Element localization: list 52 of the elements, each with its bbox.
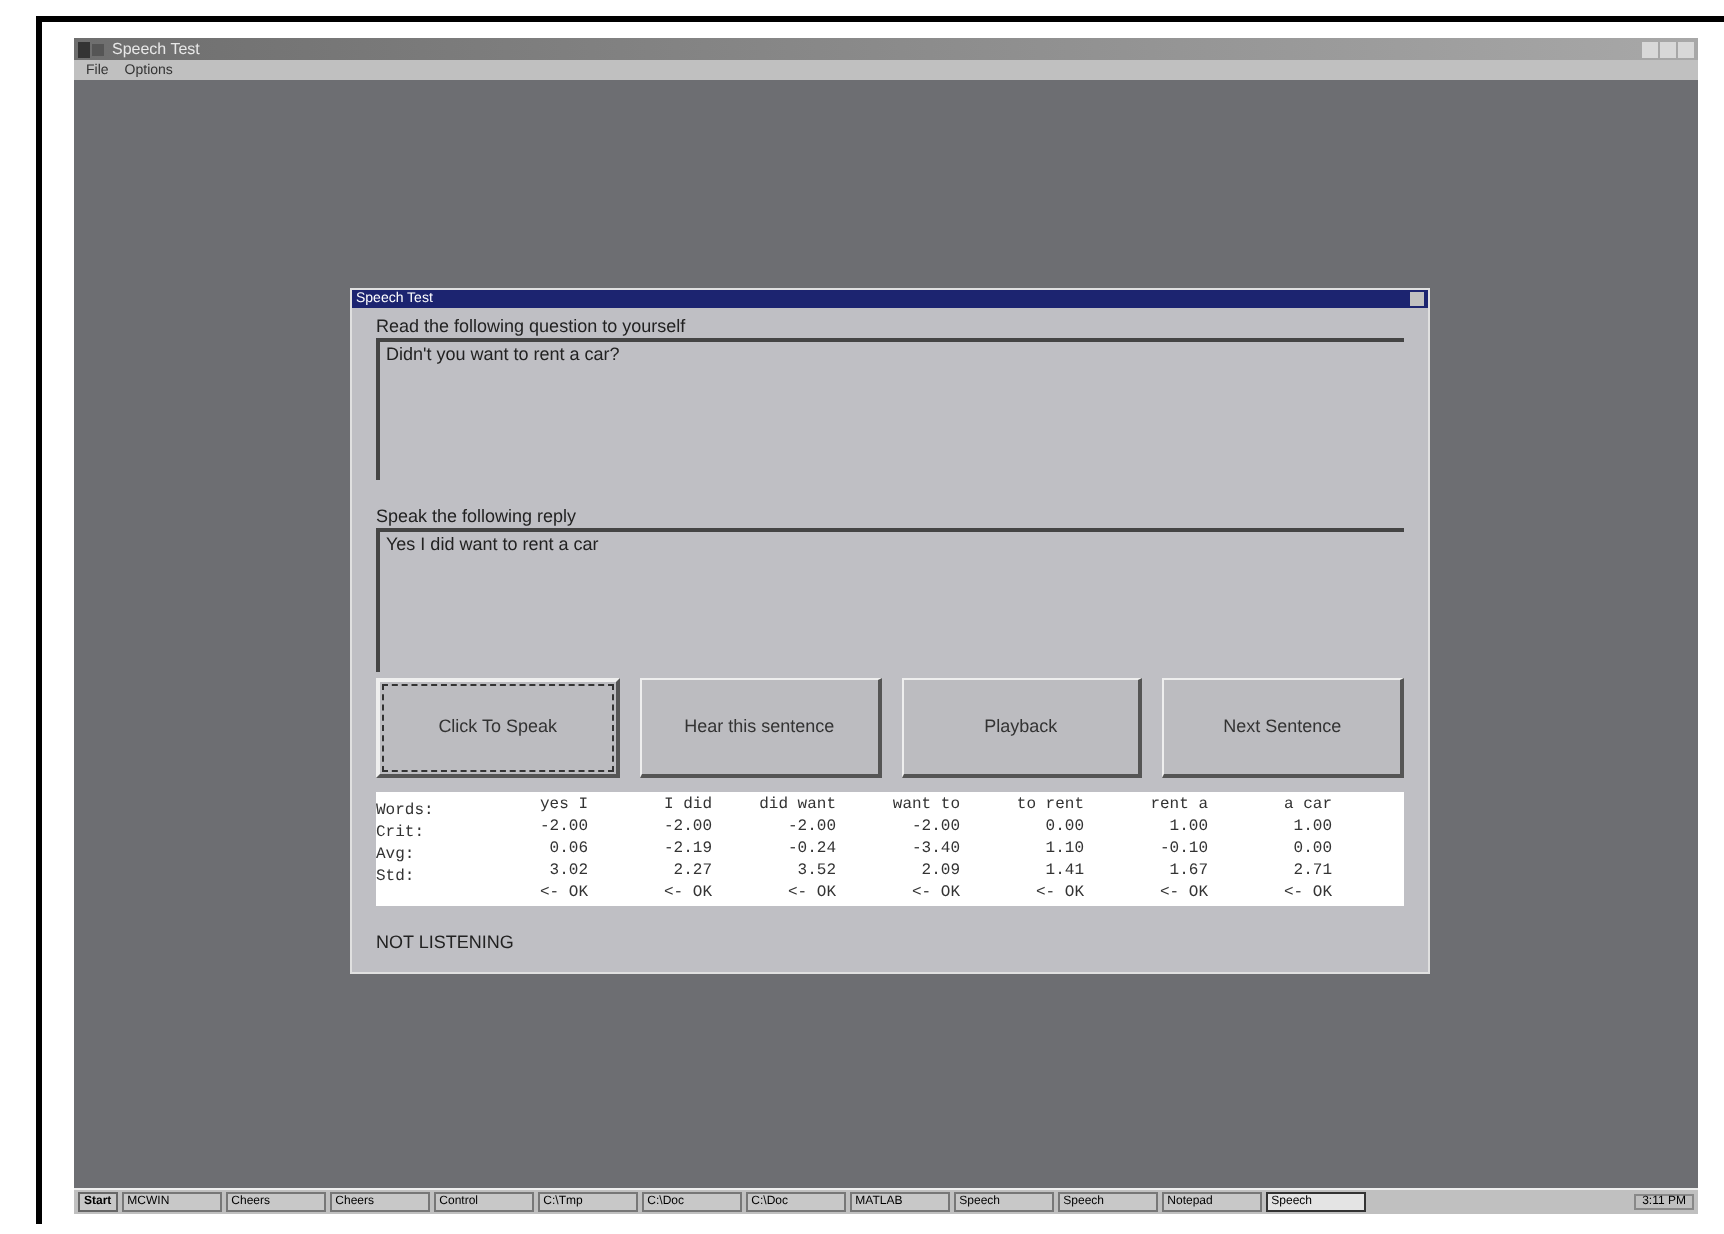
table-cell-text: 1.10 xyxy=(1043,841,1084,857)
table-cell-text: 1.00 xyxy=(1167,819,1208,835)
table-cell-text: to rent xyxy=(1014,797,1084,813)
window-controls[interactable] xyxy=(1642,41,1694,57)
row-label: Avg: xyxy=(376,845,415,863)
question-box: Didn't you want to rent a car? xyxy=(376,338,1404,480)
table-cell-text: yes I xyxy=(537,797,588,813)
table-cell-text: -2.00 xyxy=(909,819,960,835)
table-cell-text: 0.00 xyxy=(1291,841,1332,857)
table-cell-text: -3.40 xyxy=(909,841,960,857)
window-title: Speech Test xyxy=(112,41,200,57)
table-cell-text: -2.00 xyxy=(537,819,588,835)
table-cell-text: 2.27 xyxy=(671,863,712,879)
table-cell-text: <- OK xyxy=(537,885,588,901)
table-cell-text: <- OK xyxy=(1157,885,1208,901)
table-cell-text: 1.00 xyxy=(1291,819,1332,835)
table-cell-text: 1.67 xyxy=(1167,863,1208,879)
reply-label: Speak the following reply xyxy=(376,504,579,528)
table-cell-text: <- OK xyxy=(785,885,836,901)
table-cell-text: I did xyxy=(661,797,712,813)
table-cell-text: <- OK xyxy=(1281,885,1332,901)
app-icon xyxy=(78,41,106,57)
table-cell-text: 2.71 xyxy=(1291,863,1332,879)
table-cell-text: 0.06 xyxy=(547,841,588,857)
reply-box: Yes I did want to rent a car xyxy=(376,528,1404,672)
table-cell-text: <- OK xyxy=(661,885,712,901)
table-cell-text: -2.19 xyxy=(661,841,712,857)
table-cell-text: <- OK xyxy=(909,885,960,901)
row-label: Std: xyxy=(376,867,415,885)
table-cell-text: a car xyxy=(1281,797,1332,813)
table-cell-text: 1.41 xyxy=(1043,863,1084,879)
table-cell-text: want to xyxy=(890,797,960,813)
table-cell-text: -2.00 xyxy=(785,819,836,835)
action-button[interactable]: Next Sentence xyxy=(1162,678,1404,778)
table-cell-text: -2.00 xyxy=(661,819,712,835)
table-cell-text: did want xyxy=(757,797,836,813)
table-cell-text: 2.09 xyxy=(919,863,960,879)
row-label: Crit: xyxy=(376,823,425,841)
table-cell-text: rent a xyxy=(1148,797,1208,813)
table-cell-text: <- OK xyxy=(1033,885,1084,901)
table-cell-text: 3.52 xyxy=(795,863,836,879)
action-button[interactable]: Playback xyxy=(901,678,1143,778)
action-button[interactable]: Click To Speak xyxy=(376,678,620,778)
table-cell-text: 3.02 xyxy=(547,863,588,879)
close-icon[interactable] xyxy=(1410,292,1424,306)
question-label: Read the following question to yourself xyxy=(376,314,688,338)
status-text: NOT LISTENING xyxy=(376,930,516,956)
table-cell-text: -0.24 xyxy=(785,841,836,857)
row-label: Words: xyxy=(376,801,434,819)
action-button[interactable]: Hear this sentence xyxy=(639,678,881,778)
table-cell-text: -0.10 xyxy=(1157,841,1208,857)
table-cell-text: 0.00 xyxy=(1043,819,1084,835)
